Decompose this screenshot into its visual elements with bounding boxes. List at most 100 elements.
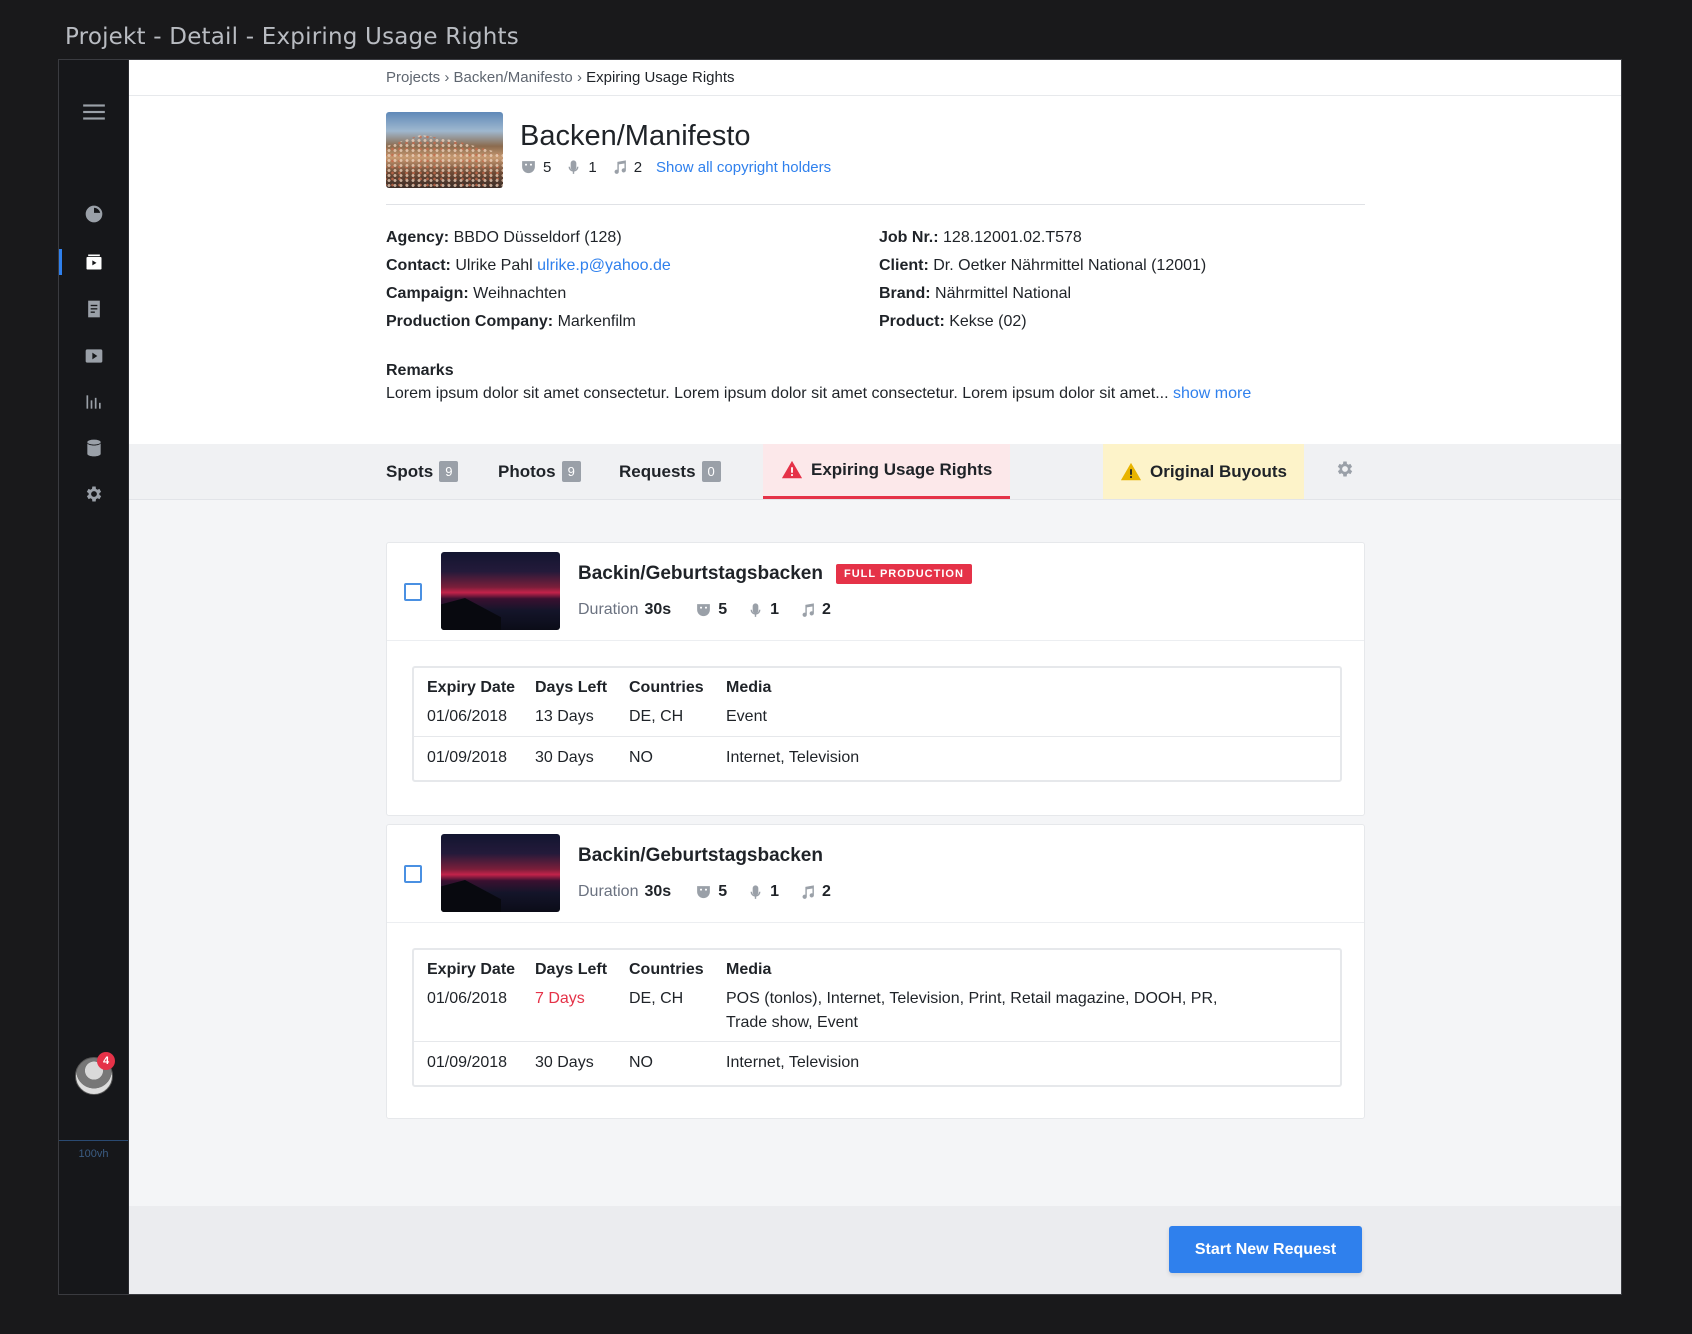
tab-original-buyouts[interactable]: Original Buyouts xyxy=(1103,444,1304,499)
show-copyright-holders-link[interactable]: Show all copyright holders xyxy=(656,159,831,176)
actors-stat: 5 xyxy=(695,601,727,619)
project-stats: 5 1 2 Show all copyright holders xyxy=(520,159,831,176)
music-count: 2 xyxy=(822,601,831,618)
client-row: Client: Dr. Oetker Nährmittel National (… xyxy=(879,252,1206,280)
title-divider xyxy=(386,204,1365,205)
microphone-icon xyxy=(750,602,761,617)
spot-meta: Duration 30s 5 1 2 xyxy=(578,601,851,619)
tab-expiring-label: Expiring Usage Rights xyxy=(811,460,993,479)
tab-expiring-usage-rights[interactable]: Expiring Usage Rights xyxy=(763,444,1011,499)
show-more-link[interactable]: show more xyxy=(1173,385,1251,402)
settings-icon[interactable] xyxy=(59,478,128,510)
dashboard-icon[interactable] xyxy=(59,198,128,230)
documents-icon[interactable] xyxy=(59,293,128,325)
tab-buyouts-label: Original Buyouts xyxy=(1150,461,1287,481)
spot-checkbox[interactable] xyxy=(404,583,422,601)
tab-requests[interactable]: Requests 0 xyxy=(619,444,721,499)
music-stat: 2 xyxy=(799,601,831,619)
header-days-left: Days Left xyxy=(535,679,608,696)
agency-label: Agency: xyxy=(386,229,450,246)
contact-label: Contact: xyxy=(386,257,451,274)
tab-bar: Spots 9 Photos 9 Requests 0 Expiring Usage … xyxy=(129,444,1621,500)
actors-stat: 5 xyxy=(520,159,551,176)
header-countries: Countries xyxy=(629,961,704,978)
spot-card: Backin/Geburtstagsbacken Duration 30s 5 1… xyxy=(386,824,1365,1119)
cell-media: POS (tonlos), Internet, Television, Prin… xyxy=(726,990,1218,1007)
database-icon[interactable] xyxy=(59,432,128,464)
agency-value: BBDO Düsseldorf (128) xyxy=(453,229,622,246)
tab-settings-gear-icon[interactable] xyxy=(1335,459,1357,481)
remarks-heading: Remarks xyxy=(386,362,454,379)
duration-value: 30s xyxy=(644,601,672,618)
header-expiry: Expiry Date xyxy=(427,961,516,978)
cell-days-left: 30 Days xyxy=(535,749,594,766)
contact-value: Ulrike Pahl xyxy=(455,257,533,274)
mask-icon xyxy=(697,603,711,616)
spot-meta: Duration 30s 5 1 2 xyxy=(578,883,851,901)
breadcrumb-project[interactable]: Backen/Manifesto xyxy=(454,69,573,86)
brand-row: Brand: Nährmittel National xyxy=(879,280,1206,308)
start-new-request-button[interactable]: Start New Request xyxy=(1169,1226,1362,1273)
spot-checkbox[interactable] xyxy=(404,865,422,883)
mask-icon xyxy=(522,161,535,174)
brand-label: Brand: xyxy=(879,285,931,302)
expiry-table: Expiry Date Days Left Countries Media 01… xyxy=(412,948,1342,1087)
viewport-label: 100vh xyxy=(78,1148,109,1160)
table-row: 01/09/2018 30 Days NO Internet, Televisi… xyxy=(414,1042,1340,1086)
tab-photos[interactable]: Photos 9 xyxy=(498,444,581,499)
job-label: Job Nr.: xyxy=(879,229,939,246)
tab-spots-label: Spots xyxy=(386,461,434,481)
cell-days-left: 30 Days xyxy=(535,1054,594,1071)
music-note-icon xyxy=(802,602,814,617)
contact-row: Contact: Ulrike Pahl ulrike.p@yahoo.de xyxy=(386,252,671,280)
table-row: Expiry Date Days Left Countries Media 01… xyxy=(414,950,1340,1042)
breadcrumb-projects[interactable]: Projects xyxy=(386,69,440,86)
breadcrumb: Projects › Backen/Manifesto › Expiring U… xyxy=(386,69,735,86)
table-row: Expiry Date Days Left Countries Media 01… xyxy=(414,668,1340,737)
duration-value: 30s xyxy=(644,883,672,900)
job-row: Job Nr.: 128.12001.02.T578 xyxy=(879,224,1206,252)
table-row: 01/09/2018 30 Days NO Internet, Televisi… xyxy=(414,737,1340,781)
tab-requests-count: 0 xyxy=(701,461,721,482)
project-header-area: Projects › Backen/Manifesto › Expiring U… xyxy=(129,60,1621,444)
main-content: Projects › Backen/Manifesto › Expiring U… xyxy=(129,60,1621,1294)
music-stat: 2 xyxy=(799,883,831,901)
microphone-icon xyxy=(750,884,761,899)
client-value: Dr. Oetker Nährmittel National (12001) xyxy=(933,257,1207,274)
project-thumbnail xyxy=(386,112,503,188)
app-frame: 4 100vh Projects › Backen/Manifesto › Ex… xyxy=(58,59,1622,1295)
spot-title: Backin/Geburtstagsbacken xyxy=(578,845,823,866)
campaign-label: Campaign: xyxy=(386,285,469,302)
spot-card-header: Backin/Geburtstagsbacken FULL PRODUCTION… xyxy=(387,543,1364,641)
cell-countries: DE, CH xyxy=(629,708,684,725)
analytics-icon[interactable] xyxy=(59,386,128,418)
actors-count: 5 xyxy=(543,159,552,176)
product-value: Kekse (02) xyxy=(949,313,1027,330)
details-left: Agency: BBDO Düsseldorf (128) Contact: U… xyxy=(386,224,671,336)
details-right: Job Nr.: 128.12001.02.T578 Client: Dr. O… xyxy=(879,224,1206,336)
projects-icon[interactable] xyxy=(59,246,128,278)
contact-email-link[interactable]: ulrike.p@yahoo.de xyxy=(537,257,671,274)
expiry-table: Expiry Date Days Left Countries Media 01… xyxy=(412,666,1342,782)
cell-countries: NO xyxy=(629,1054,653,1071)
spot-thumbnail xyxy=(441,552,560,630)
microphone-icon xyxy=(568,160,579,174)
production-label: Production Company: xyxy=(386,313,554,330)
video-icon[interactable] xyxy=(59,340,128,372)
spot-card: Backin/Geburtstagsbacken FULL PRODUCTION… xyxy=(386,542,1365,816)
remarks-text-row: Lorem ipsum dolor sit amet consectetur. … xyxy=(386,385,1366,403)
project-title: Backen/Manifesto xyxy=(520,120,751,152)
breadcrumb-separator: › xyxy=(444,69,450,86)
campaign-row: Campaign: Weihnachten xyxy=(386,280,671,308)
agency-row: Agency: BBDO Düsseldorf (128) xyxy=(386,224,671,252)
music-count: 2 xyxy=(822,883,831,900)
breadcrumb-separator: › xyxy=(576,69,582,86)
header-countries: Countries xyxy=(629,679,704,696)
tab-spots[interactable]: Spots 9 xyxy=(386,444,459,499)
cell-expiry: 01/06/2018 xyxy=(427,990,508,1007)
music-note-icon xyxy=(614,160,626,174)
music-note-icon xyxy=(802,884,814,899)
header-days-left: Days Left xyxy=(535,961,608,978)
menu-icon[interactable] xyxy=(59,96,128,128)
client-label: Client: xyxy=(879,257,929,274)
